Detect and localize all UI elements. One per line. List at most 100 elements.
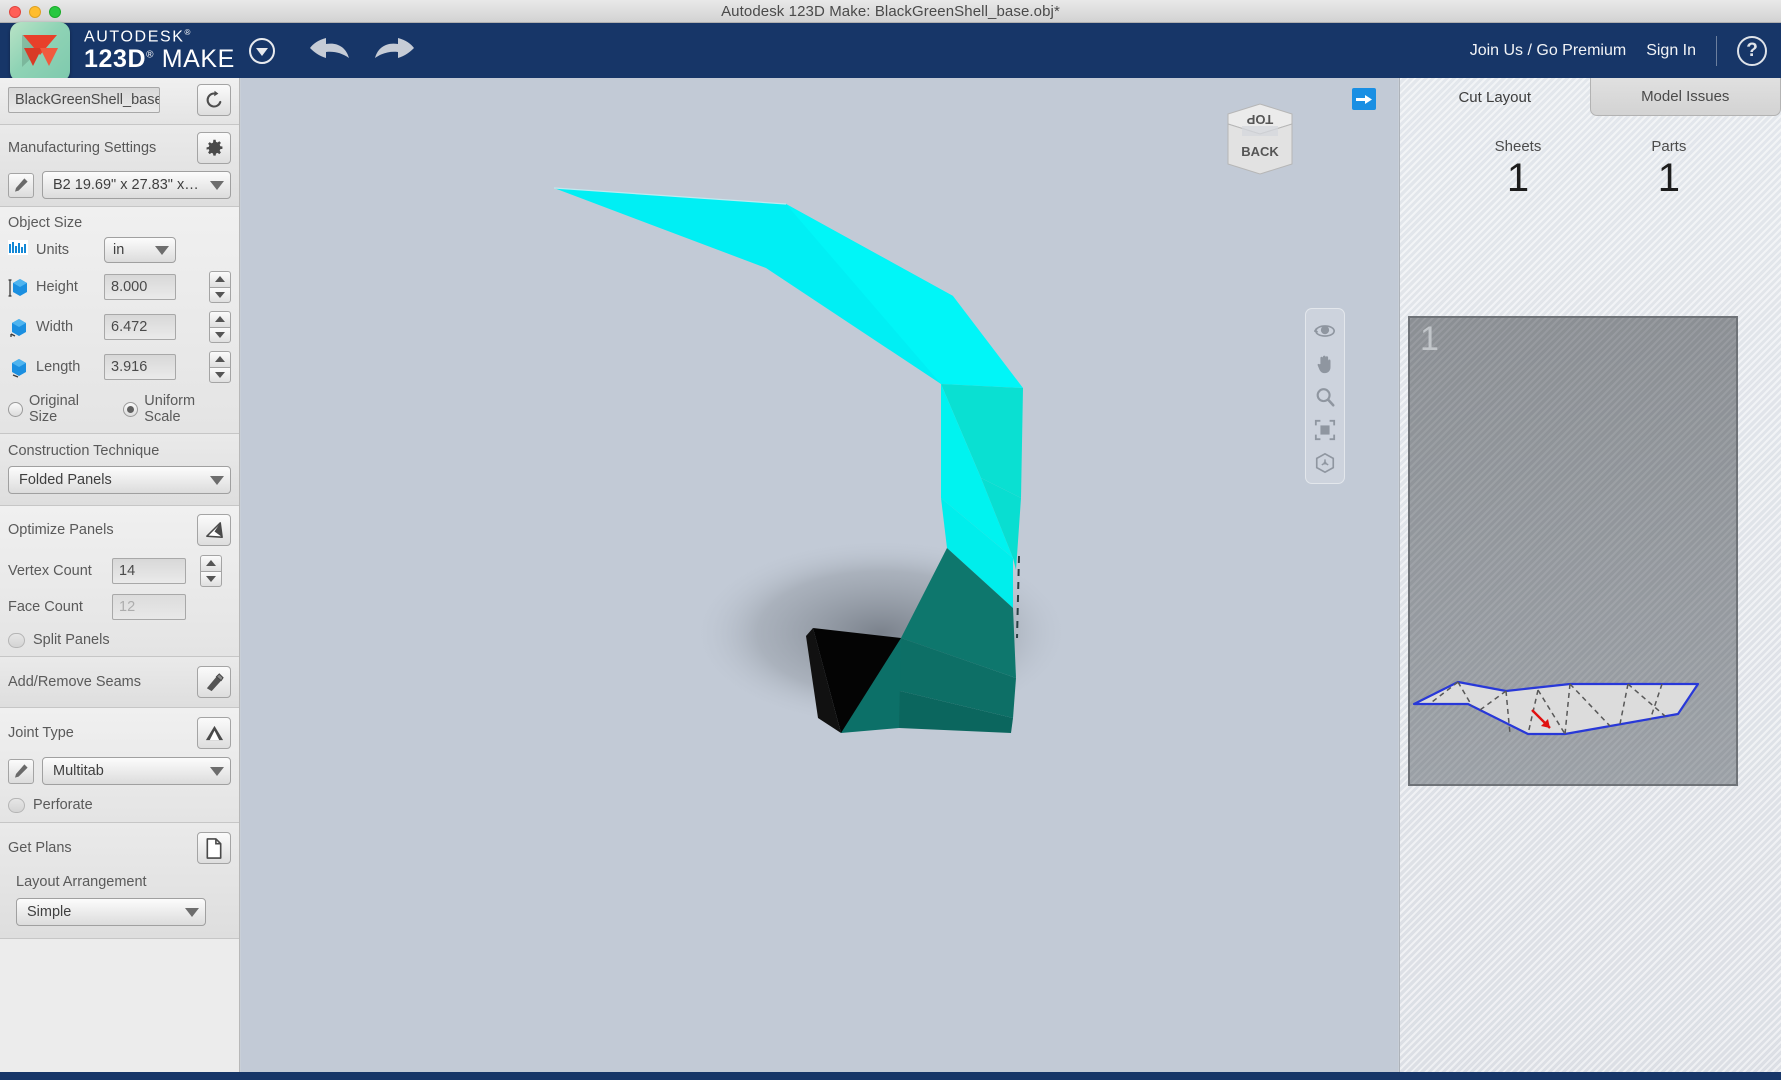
arrow-right-icon[interactable] [1352,88,1376,110]
units-select-value: in [113,242,125,258]
join-premium-link[interactable]: Join Us / Go Premium [1470,42,1626,60]
chevron-down-icon [185,907,199,917]
window-controls [9,6,61,18]
width-stepper[interactable] [209,311,231,343]
layout-arrangement-value: Simple [27,904,72,920]
right-panel: Cut Layout Model Issues Sheets 1 Parts 1… [1399,78,1781,1078]
joint-type-label: Joint Type [8,725,74,741]
cut-sheet-card[interactable]: 1 [1408,316,1738,786]
object-size-section: Object Size Units in Height 8.000 Width … [0,207,239,434]
redo-arrow-icon[interactable] [373,35,415,66]
parts-label: Parts [1651,138,1687,155]
width-cube-icon [8,317,28,337]
uniform-scale-label: Uniform Scale [144,393,196,425]
width-label: Width [36,319,74,335]
document-page-icon[interactable] [197,832,231,864]
app-window: Autodesk 123D Make: BlackGreenShell_base… [0,0,1781,1080]
length-stepper[interactable] [209,351,231,383]
close-window-button[interactable] [9,6,21,18]
help-icon[interactable]: ? [1737,35,1767,66]
3d-model-render [553,187,1071,733]
object-size-label: Object Size [8,215,83,231]
chevron-down-circle-icon[interactable] [248,37,275,64]
units-label: Units [36,242,70,258]
construction-technique-section: Construction Technique Folded Panels [0,434,239,506]
tab-cut-layout[interactable]: Cut Layout [1400,78,1590,116]
sheets-value: 1 [1506,156,1530,200]
sheets-label: Sheets [1494,138,1542,155]
optimize-panels-label: Optimize Panels [8,522,114,538]
window-title: Autodesk 123D Make: BlackGreenShell_base… [721,2,1060,20]
add-remove-seams-label: Add/Remove Seams [8,674,141,690]
split-panels-label: Split Panels [33,632,110,648]
vertex-count-label: Vertex Count [8,563,92,579]
bottom-status-bar [0,1072,1781,1080]
chevron-down-icon [210,766,224,776]
vertex-count-stepper[interactable] [200,555,222,587]
panel-optimize-icon[interactable] [197,514,231,546]
sign-in-link[interactable]: Sign In [1646,42,1696,60]
pan-hand-icon[interactable] [1310,351,1340,377]
height-stepper[interactable] [209,271,231,303]
manufacturing-settings-section: Manufacturing Settings B2 19.69" x 27.83… [0,125,239,207]
construction-technique-select[interactable]: Folded Panels [8,466,231,494]
get-plans-section: Get Plans Layout Arrangement Simple [0,823,239,939]
orbit-icon[interactable] [1310,318,1340,344]
construction-technique-value: Folded Panels [19,472,112,488]
viewcube-back-label: BACK [1241,144,1279,159]
autodesk-logo-icon[interactable] [10,21,70,82]
chevron-down-icon [155,245,169,255]
material-select[interactable]: B2 19.69" x 27.83" x… [42,171,231,199]
brand-make: MAKE [161,44,235,73]
panel-tabs: Cut Layout Model Issues [1400,78,1781,116]
original-size-radio[interactable] [8,401,23,417]
maximize-window-button[interactable] [49,6,61,18]
chevron-down-icon [210,180,224,190]
vertex-count-input[interactable]: 14 [112,558,186,584]
units-select[interactable]: in [104,237,176,263]
app-header: AUTODESK® 123D® MAKE Join Us / Go Premiu… [0,21,1781,82]
pencil-icon[interactable] [8,758,34,784]
3d-viewport[interactable]: TOP BACK [241,78,1398,1078]
pencil-icon[interactable] [8,172,34,198]
cut-layout-part [1412,680,1700,736]
panel-stats: Sheets 1 Parts 1 [1400,138,1781,199]
left-sidebar: BlackGreenShell_base. Manufacturing Sett… [0,78,240,1078]
viewcube-top-label: TOP [1246,112,1273,127]
minimize-window-button[interactable] [29,6,41,18]
stat-sheets: Sheets 1 [1495,138,1542,199]
split-panels-toggle[interactable] [8,632,25,648]
length-label: Length [36,359,81,375]
gear-icon[interactable] [197,132,231,164]
get-plans-label: Get Plans [8,840,72,856]
joint-type-select[interactable]: Multitab [42,757,231,785]
chevron-down-icon [210,475,224,485]
undo-redo-group [309,35,415,66]
joint-tab-icon[interactable] [197,717,231,749]
uniform-scale-radio[interactable] [123,401,139,417]
face-count-input: 12 [112,594,186,620]
zoom-magnifier-icon[interactable] [1310,384,1340,410]
tab-model-issues[interactable]: Model Issues [1589,78,1781,116]
length-input[interactable]: 3.916 [104,354,176,380]
fit-to-window-icon[interactable] [1310,417,1340,443]
sheet-number: 1 [1420,320,1439,358]
refresh-icon[interactable] [197,84,231,116]
view-cube[interactable]: TOP BACK [1216,98,1304,185]
width-input[interactable]: 6.472 [104,314,176,340]
brand-wordmark: AUTODESK® 123D® MAKE [84,27,235,73]
file-section: BlackGreenShell_base. [0,78,239,125]
layout-arrangement-select[interactable]: Simple [16,898,206,926]
seam-tool-icon[interactable] [197,666,231,698]
file-name-field[interactable]: BlackGreenShell_base. [8,87,160,113]
header-divider [1716,35,1717,66]
face-count-label: Face Count [8,599,83,615]
perforate-toggle[interactable] [8,797,25,813]
height-input[interactable]: 8.000 [104,274,176,300]
stat-parts: Parts 1 [1651,138,1686,199]
view-cube-icon[interactable] [1310,450,1340,476]
original-size-label: Original Size [29,393,79,425]
perforate-label: Perforate [33,797,93,813]
undo-arrow-icon[interactable] [309,35,351,66]
optimize-panels-section: Optimize Panels Vertex Count 14 Face Cou… [0,506,239,657]
